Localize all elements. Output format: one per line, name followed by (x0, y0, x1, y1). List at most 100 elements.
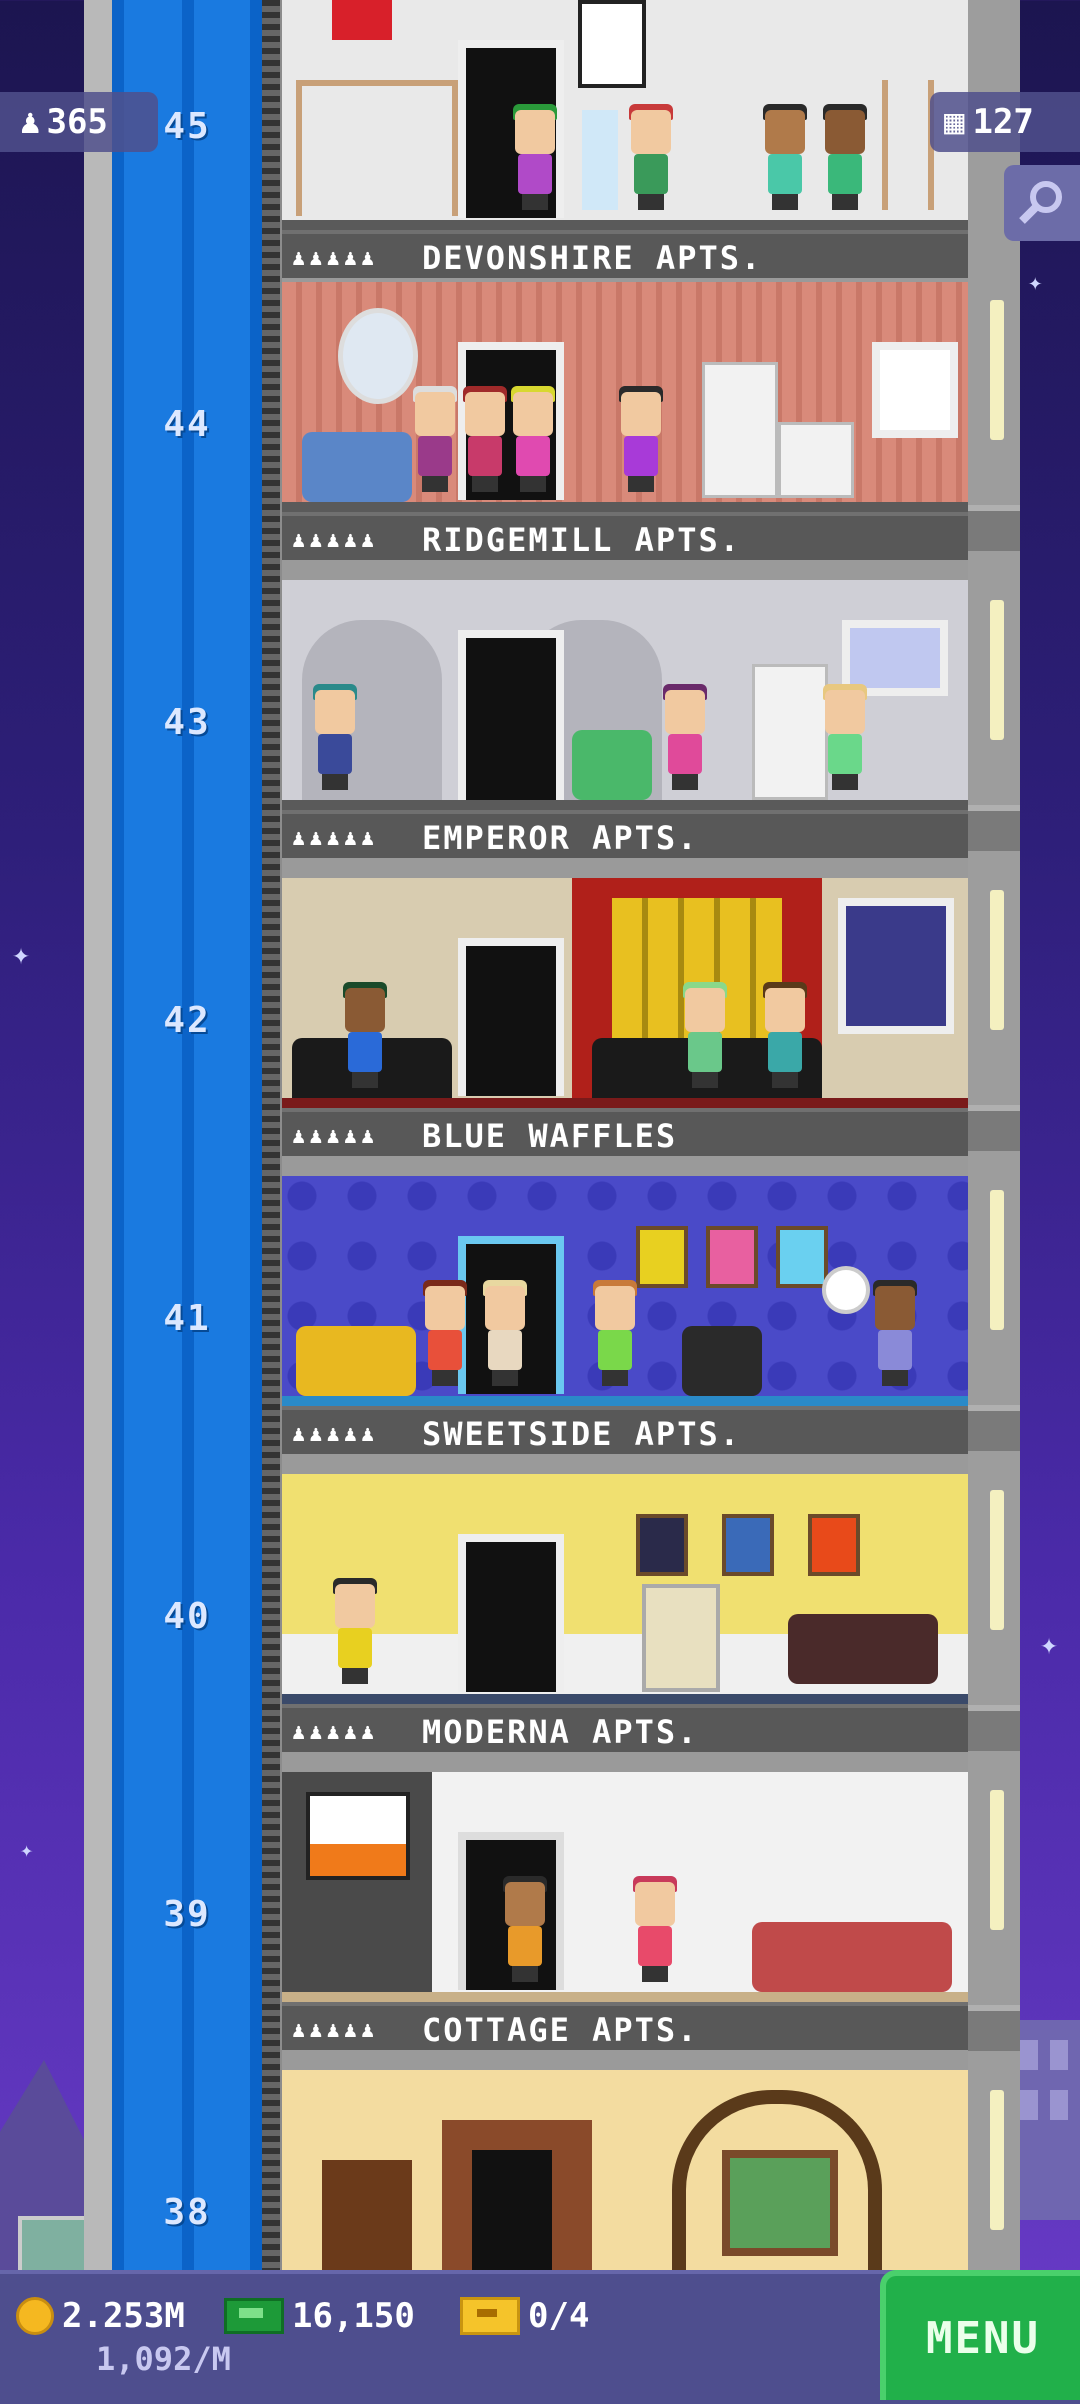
floor-base (282, 1396, 968, 1406)
floor-number-38: 38 (163, 2192, 211, 2233)
search-button[interactable] (1004, 165, 1080, 241)
floor-gap (282, 560, 968, 580)
apartment-door[interactable] (472, 2150, 552, 2270)
resident[interactable] (312, 684, 358, 790)
resident[interactable] (618, 386, 664, 492)
floor-41[interactable]: ♟♟♟♟♟ SWEETSIDE APTS. (282, 1176, 968, 1474)
apartment-door[interactable] (458, 1534, 564, 1692)
resident[interactable] (510, 386, 556, 492)
resident[interactable] (342, 982, 388, 1088)
mirror (338, 308, 418, 404)
floor-label: ♟♟♟♟♟ SWEETSIDE APTS. (282, 1406, 968, 1458)
flag-decoration (332, 0, 392, 40)
sofa (788, 1614, 938, 1684)
floor-45[interactable]: ♟♟♟♟♟ DEVONSHIRE APTS. (282, 0, 968, 298)
tickets-value: 0/4 (528, 2296, 590, 2336)
population-counter[interactable]: ♟ 365 (0, 92, 158, 152)
apartment-door[interactable] (458, 938, 564, 1096)
floor-name: RIDGEMILL APTS. (422, 521, 741, 559)
resident[interactable] (682, 982, 728, 1088)
floor-gap (282, 858, 968, 878)
resident[interactable] (822, 684, 868, 790)
bux-icon (224, 2298, 284, 2334)
tickets-stat[interactable]: 0/4 (460, 2296, 589, 2336)
resident[interactable] (592, 1280, 638, 1386)
menu-button[interactable]: MENU (880, 2270, 1080, 2400)
floor-base (282, 1694, 968, 1704)
room-sweetside (282, 1176, 968, 1396)
sofa (296, 1326, 416, 1396)
poster-decoration (578, 0, 646, 88)
star-icon: ✦ (1040, 1627, 1059, 1662)
coins-value: 2.253M (62, 2296, 185, 2336)
coins-stat[interactable]: 2.253M (16, 2296, 185, 2336)
resident[interactable] (422, 1280, 468, 1386)
tower-right-rail (960, 0, 1020, 2270)
resident[interactable] (762, 104, 808, 210)
window (872, 342, 958, 438)
floor-counter[interactable]: ▦ 127 (930, 92, 1080, 152)
resident-slots: ♟♟♟♟♟ (292, 245, 379, 271)
resident[interactable] (872, 1280, 918, 1386)
apartment-door[interactable] (458, 630, 564, 808)
floor-name: SWEETSIDE APTS. (422, 1415, 741, 1453)
resident[interactable] (462, 386, 508, 492)
food-stall (18, 2216, 94, 2278)
floor-39[interactable]: ♟♟♟♟♟ COTTAGE APTS. (282, 1772, 968, 2070)
floor-40[interactable]: ♟♟♟♟♟ MODERNA APTS. (282, 1474, 968, 1772)
floor-label: ♟♟♟♟♟ DEVONSHIRE APTS. (282, 230, 968, 282)
picture-frame (636, 1514, 688, 1576)
floor-name: COTTAGE APTS. (422, 2011, 699, 2049)
bux-stat[interactable]: 16,150 (224, 2296, 415, 2336)
floor-label: ♟♟♟♟♟ BLUE WAFFLES (282, 1108, 968, 1160)
resident[interactable] (662, 684, 708, 790)
floor-number-42: 42 (163, 1000, 211, 1041)
window (722, 2150, 838, 2256)
resident[interactable] (512, 104, 558, 210)
arcade-machine (642, 1584, 720, 1692)
floor-gap (282, 1156, 968, 1176)
star-icon: ✦ (12, 937, 31, 972)
background-building (1010, 2020, 1080, 2220)
room-cottage (282, 1772, 968, 1992)
resident[interactable] (482, 1280, 528, 1386)
modern-art (306, 1792, 410, 1880)
sofa (302, 432, 412, 502)
resident-slots: ♟♟♟♟♟ (292, 1719, 379, 1745)
floor-42[interactable]: ♟♟♟♟♟ BLUE WAFFLES (282, 878, 968, 1176)
room-blue-waffles (282, 878, 968, 1108)
floor-label: ♟♟♟♟♟ EMPEROR APTS. (282, 810, 968, 862)
floor-number-44: 44 (163, 404, 211, 445)
resident-slots: ♟♟♟♟♟ (292, 527, 379, 553)
resident-slots: ♟♟♟♟♟ (292, 825, 379, 851)
resident[interactable] (822, 104, 868, 210)
floor-43[interactable]: ♟♟♟♟♟ EMPEROR APTS. (282, 580, 968, 878)
floor-38[interactable] (282, 2070, 968, 2270)
stove (778, 422, 854, 498)
resident[interactable] (632, 1876, 678, 1982)
floor-name: BLUE WAFFLES (422, 1117, 678, 1155)
tower-left-trim (84, 0, 112, 2270)
window (838, 898, 954, 1034)
floor-label: ♟♟♟♟♟ MODERNA APTS. (282, 1704, 968, 1756)
room-floor-38 (282, 2070, 968, 2270)
floor-gap (282, 1454, 968, 1474)
ticket-icon (460, 2297, 520, 2335)
resident[interactable] (412, 386, 458, 492)
floor-base (282, 502, 968, 512)
resident-slots: ♟♟♟♟♟ (292, 1123, 379, 1149)
floor-label: ♟♟♟♟♟ COTTAGE APTS. (282, 2002, 968, 2054)
resident[interactable] (762, 982, 808, 1088)
room-devonshire (282, 0, 968, 220)
floor-number-41: 41 (163, 1298, 211, 1339)
floor-44[interactable]: ♟♟♟♟♟ RIDGEMILL APTS. (282, 282, 968, 580)
resident[interactable] (628, 104, 674, 210)
bunk-bed (296, 80, 458, 216)
sofa (752, 1922, 952, 1992)
picture-frame (776, 1226, 828, 1288)
floor-number-40: 40 (163, 1596, 211, 1637)
resident-slots: ♟♟♟♟♟ (292, 1421, 379, 1447)
income-rate: 1,092/M (96, 2340, 231, 2378)
resident[interactable] (332, 1578, 378, 1684)
resident[interactable] (502, 1876, 548, 1982)
